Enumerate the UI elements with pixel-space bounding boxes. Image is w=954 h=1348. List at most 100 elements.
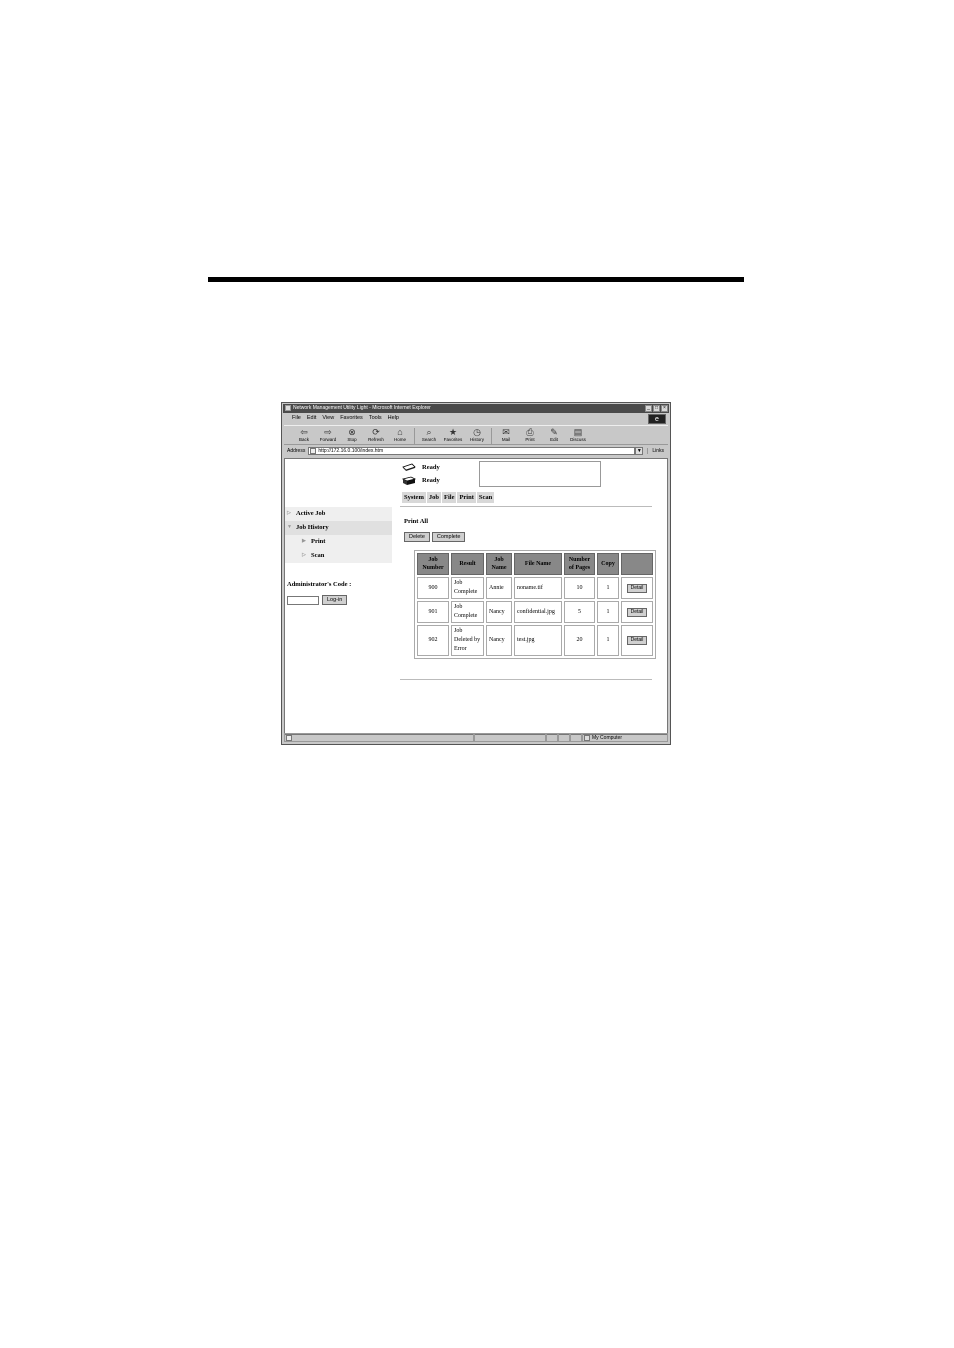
action-cell: Detail xyxy=(621,625,653,656)
home-icon: ⌂ xyxy=(397,427,403,437)
tabs-divider xyxy=(400,506,652,507)
job-name-cell: Annie xyxy=(486,577,512,599)
copy-cell: 1 xyxy=(597,577,619,599)
status-cell xyxy=(558,733,570,742)
sidebar-item-active-job[interactable]: ▷ Active Job xyxy=(285,507,392,521)
admin-login-row: Log-in xyxy=(287,595,348,605)
printer-status-text: Ready xyxy=(422,464,440,471)
status-cell xyxy=(546,733,558,742)
menu-edit[interactable]: Edit xyxy=(307,414,316,423)
status-cell xyxy=(570,733,582,742)
stop-button[interactable]: ⊗ Stop xyxy=(340,427,364,442)
refresh-button[interactable]: ⟳ Refresh xyxy=(364,427,388,442)
result-cell: Job Complete xyxy=(451,601,484,623)
refresh-icon: ⟳ xyxy=(372,427,380,437)
minimize-button[interactable]: _ xyxy=(645,405,652,412)
links-button[interactable]: Links xyxy=(647,448,668,454)
job-number-cell: 900 xyxy=(417,577,449,599)
job-number-cell: 901 xyxy=(417,601,449,623)
table-row: 901 Job Complete Nancy confidential.jpg … xyxy=(417,601,653,623)
detail-button[interactable]: Detail xyxy=(626,607,648,617)
job-history-table: Job Number Result Job Name File Name Num… xyxy=(414,550,656,659)
home-button[interactable]: ⌂ Home xyxy=(388,427,412,442)
col-action xyxy=(621,553,653,575)
print-button[interactable]: ⎙ Print xyxy=(518,427,542,442)
content-divider xyxy=(400,679,652,680)
pages-cell: 10 xyxy=(564,577,595,599)
login-button[interactable]: Log-in xyxy=(322,595,348,605)
maximize-button[interactable]: □ xyxy=(653,405,660,412)
sidebar-item-job-history[interactable]: ▼ Job History xyxy=(285,521,392,535)
menu-tools[interactable]: Tools xyxy=(369,414,382,423)
favorites-icon: ★ xyxy=(448,427,458,437)
printer-status: Ready xyxy=(402,461,440,474)
tab-job[interactable]: Job xyxy=(426,492,441,503)
print-icon: ⎙ xyxy=(526,427,534,437)
tab-file[interactable]: File xyxy=(441,492,457,503)
printer-icon xyxy=(402,463,416,471)
delete-button[interactable]: Delete xyxy=(404,532,430,542)
menu-help[interactable]: Help xyxy=(388,414,399,423)
zone-text: My Computer xyxy=(592,735,623,741)
mail-button[interactable]: ✉ Mail xyxy=(494,427,518,442)
tab-scan[interactable]: Scan xyxy=(476,492,495,503)
back-button[interactable]: ⇦ Back xyxy=(292,427,316,442)
sidebar-item-print[interactable]: ▶ Print xyxy=(285,535,392,549)
file-name-cell: confidential.jpg xyxy=(514,601,562,623)
status-bar: My Computer xyxy=(284,733,668,742)
menu-view[interactable]: View xyxy=(322,414,334,423)
close-button[interactable]: × xyxy=(661,405,668,412)
menu-file[interactable]: File xyxy=(292,414,301,423)
title-bar: Network Management Utility Light - Micro… xyxy=(283,404,669,413)
browser-window: Network Management Utility Light - Micro… xyxy=(281,402,671,745)
table-row: 902 Job Deleted by Error Nancy test.jpg … xyxy=(417,625,653,656)
menu-favorites[interactable]: Favorites xyxy=(340,414,363,423)
result-cell: Job Complete xyxy=(451,577,484,599)
file-name-cell: test.jpg xyxy=(514,625,562,656)
search-button[interactable]: ⌕ Search xyxy=(417,427,441,442)
address-dropdown-icon[interactable]: ▼ xyxy=(635,447,644,455)
job-name-cell: Nancy xyxy=(486,625,512,656)
pages-cell: 20 xyxy=(564,625,595,656)
address-input[interactable]: http://172.16.0.100/index.htm xyxy=(308,447,636,455)
admin-code-label: Administrator's Code : xyxy=(287,581,352,588)
stop-icon: ⊗ xyxy=(348,427,356,437)
arrow-right-icon: ▷ xyxy=(287,511,291,516)
admin-code-input[interactable] xyxy=(287,595,319,605)
mail-icon: ✉ xyxy=(502,427,510,437)
arrow-down-icon: ▼ xyxy=(287,525,292,530)
edit-button[interactable]: ✎ Edit xyxy=(542,427,566,442)
sidebar: ▷ Active Job ▼ Job History ▶ Print ▷ Scan xyxy=(285,507,392,563)
forward-button[interactable]: ⇨ Forward xyxy=(316,427,340,442)
complete-button[interactable]: Complete xyxy=(431,532,466,542)
tab-system[interactable]: System xyxy=(402,492,426,503)
status-zone-cell: My Computer xyxy=(582,733,668,742)
col-number-of-pages: Number of Pages xyxy=(564,553,595,575)
page-status-icon xyxy=(286,735,292,741)
page-content: Ready Ready System Job File Print Scan ▷… xyxy=(284,458,668,735)
scanner-status-text: Ready xyxy=(422,477,440,484)
window-controls: _ □ × xyxy=(645,405,668,412)
menu-bar: File Edit View Favorites Tools Help xyxy=(284,414,668,423)
address-bar: Address http://172.16.0.100/index.htm ▼ … xyxy=(284,446,668,456)
toolbar-separator xyxy=(491,428,492,444)
arrow-right-icon: ▷ xyxy=(302,553,306,558)
discuss-button[interactable]: ▤ Discuss xyxy=(566,427,590,442)
detail-button[interactable]: Detail xyxy=(626,636,648,645)
scanner-icon xyxy=(402,476,416,485)
computer-icon xyxy=(584,735,590,741)
tab-print[interactable]: Print xyxy=(457,492,476,503)
sidebar-item-scan[interactable]: ▷ Scan xyxy=(285,549,392,563)
pages-cell: 5 xyxy=(564,601,595,623)
copy-cell: 1 xyxy=(597,601,619,623)
col-file-name: File Name xyxy=(514,553,562,575)
ie-logo-icon: e xyxy=(648,414,666,424)
job-actions: Delete Complete xyxy=(404,532,466,542)
history-button[interactable]: ◷ History xyxy=(465,427,489,442)
detail-button[interactable]: Detail xyxy=(626,583,648,593)
page-icon xyxy=(310,448,317,454)
page-header-rule xyxy=(208,277,744,282)
favorites-button[interactable]: ★ Favorites xyxy=(441,427,465,442)
scanner-status: Ready xyxy=(402,474,440,487)
history-icon: ◷ xyxy=(473,427,481,437)
